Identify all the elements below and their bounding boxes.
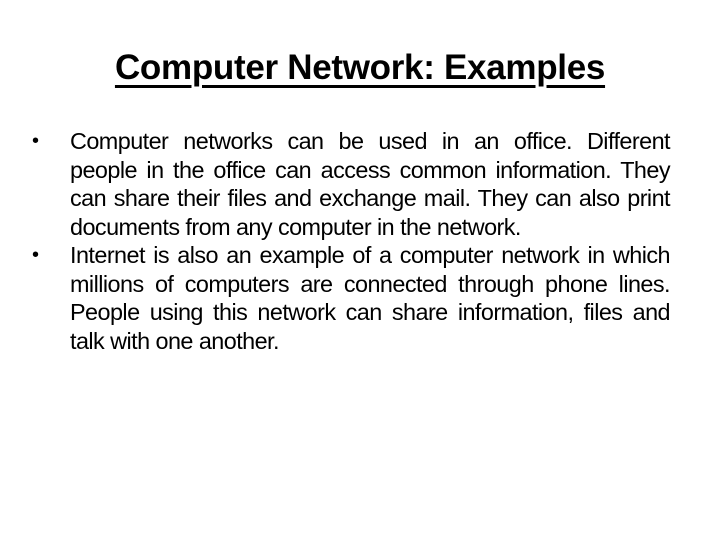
bullet-text: Computer networks can be used in an offi… [70, 128, 671, 240]
bullet-icon: • [32, 244, 39, 266]
bullet-text: Internet is also an example of a compute… [70, 242, 671, 354]
bullet-icon: • [32, 130, 39, 152]
slide-title: Computer Network: Examples [0, 44, 720, 92]
bullet-item: • Internet is also an example of a compu… [30, 241, 671, 355]
bullet-item: • Computer networks can be used in an of… [30, 127, 671, 241]
slide: Computer Network: Examples • Computer ne… [0, 0, 720, 540]
slide-title-text: Computer Network: Examples [114, 48, 606, 87]
bullet-list: • Computer networks can be used in an of… [30, 127, 671, 355]
